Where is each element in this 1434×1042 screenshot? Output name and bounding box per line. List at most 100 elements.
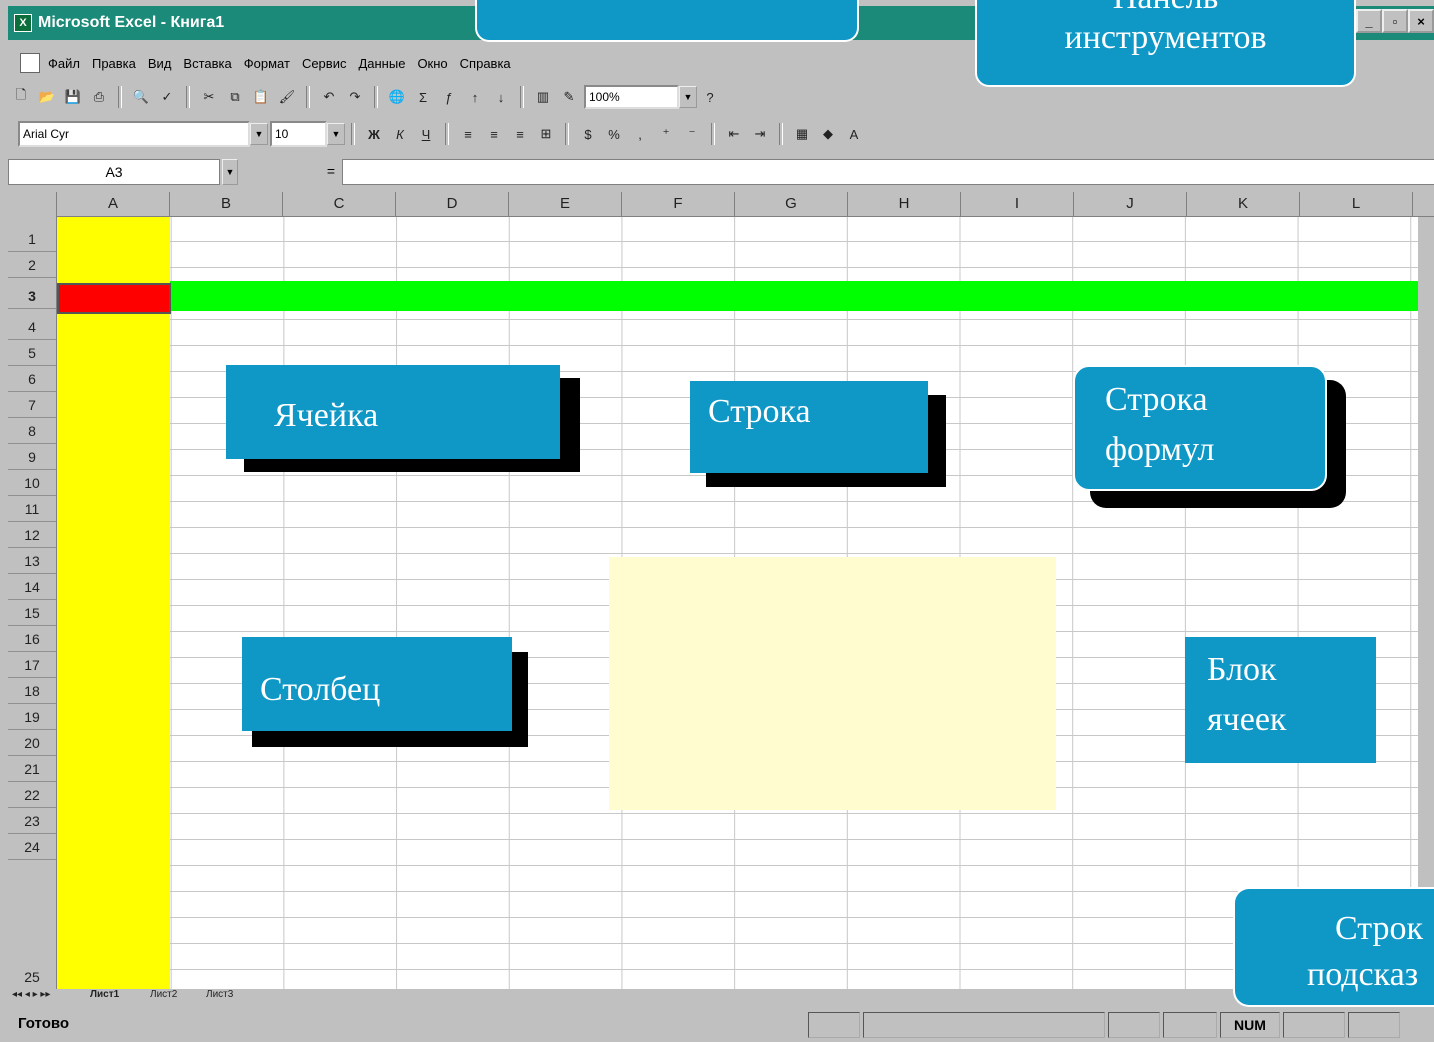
undo-icon[interactable]: ↶: [319, 88, 339, 106]
increase-decimal-icon[interactable]: ⁺: [656, 125, 676, 143]
align-center-icon[interactable]: ≡: [484, 125, 504, 143]
row-header[interactable]: 5: [8, 340, 56, 366]
row-header[interactable]: 13: [8, 548, 56, 574]
format-painter-icon[interactable]: 🖌: [277, 88, 297, 106]
tab-sheet1[interactable]: Лист1: [90, 989, 119, 1000]
help-icon[interactable]: ?: [700, 88, 720, 106]
align-left-icon[interactable]: ≡: [458, 125, 478, 143]
column-header-j[interactable]: J: [1074, 192, 1187, 216]
print-preview-icon[interactable]: 🔍: [131, 88, 151, 106]
vertical-scrollbar[interactable]: [1418, 216, 1434, 989]
row-header[interactable]: 18: [8, 678, 56, 704]
decrease-indent-icon[interactable]: ⇤: [724, 125, 744, 143]
chart-wizard-icon[interactable]: ▥: [533, 88, 553, 106]
row-header[interactable]: 9: [8, 444, 56, 470]
minimize-button[interactable]: _: [1356, 9, 1382, 33]
menu-format[interactable]: Формат: [244, 56, 290, 71]
row-header[interactable]: 21: [8, 756, 56, 782]
drawing-icon[interactable]: ✎: [559, 88, 579, 106]
percent-icon[interactable]: %: [604, 125, 624, 143]
formula-input[interactable]: [342, 159, 1434, 185]
menu-help[interactable]: Справка: [460, 56, 511, 71]
row-header[interactable]: 12: [8, 522, 56, 548]
new-icon[interactable]: 🗋: [11, 87, 31, 106]
paste-icon[interactable]: 📋: [251, 88, 271, 106]
borders-icon[interactable]: ▦: [792, 125, 812, 143]
row-header[interactable]: 16: [8, 626, 56, 652]
zoom-select[interactable]: 100%: [584, 85, 679, 109]
column-header-i[interactable]: I: [961, 192, 1074, 216]
menu-data[interactable]: Данные: [358, 56, 405, 71]
column-header-a[interactable]: A: [57, 192, 170, 216]
column-header-k[interactable]: K: [1187, 192, 1300, 216]
row-header[interactable]: 2: [8, 252, 56, 278]
column-header-f[interactable]: F: [622, 192, 735, 216]
tab-scroll-arrows-icon[interactable]: ◂◂ ◂ ▸ ▸▸: [12, 989, 50, 1000]
open-icon[interactable]: 📂: [37, 88, 57, 106]
tab-sheet2[interactable]: Лист2: [150, 989, 177, 1000]
close-button[interactable]: ×: [1408, 9, 1434, 33]
row-header[interactable]: 4: [8, 314, 56, 340]
row-header[interactable]: 22: [8, 782, 56, 808]
increase-indent-icon[interactable]: ⇥: [750, 125, 770, 143]
row-header[interactable]: 6: [8, 366, 56, 392]
font-size-select[interactable]: 10: [270, 121, 327, 147]
maximize-button[interactable]: ▫: [1382, 9, 1408, 33]
row-header[interactable]: 19: [8, 704, 56, 730]
column-header-e[interactable]: E: [509, 192, 622, 216]
row-header[interactable]: 3: [8, 283, 56, 309]
underline-button[interactable]: Ч: [416, 125, 436, 143]
menu-edit[interactable]: Правка: [92, 56, 136, 71]
row-header[interactable]: 20: [8, 730, 56, 756]
currency-icon[interactable]: $: [578, 125, 598, 143]
column-header-g[interactable]: G: [735, 192, 848, 216]
chevron-down-icon[interactable]: ▼: [250, 123, 268, 145]
column-header-h[interactable]: H: [848, 192, 961, 216]
function-icon[interactable]: ƒ: [439, 88, 459, 106]
row-header[interactable]: 8: [8, 418, 56, 444]
comma-style-icon[interactable]: ,: [630, 125, 650, 143]
menu-insert[interactable]: Вставка: [183, 56, 231, 71]
tab-sheet3[interactable]: Лист3: [206, 989, 233, 1000]
active-cell-a3[interactable]: [57, 283, 171, 314]
menu-view[interactable]: Вид: [148, 56, 172, 71]
name-box[interactable]: A3: [8, 159, 220, 185]
document-icon[interactable]: [20, 53, 40, 73]
row-header[interactable]: 24: [8, 834, 56, 860]
menu-tools[interactable]: Сервис: [302, 56, 347, 71]
row-header[interactable]: 1: [8, 226, 56, 252]
merge-center-icon[interactable]: ⊞: [536, 125, 556, 143]
sort-ascending-icon[interactable]: ↑: [465, 88, 485, 106]
sort-descending-icon[interactable]: ↓: [491, 88, 511, 106]
print-icon[interactable]: ⎙: [89, 88, 109, 106]
fill-color-icon[interactable]: ◆: [818, 125, 838, 143]
redo-icon[interactable]: ↷: [345, 88, 365, 106]
edit-formula-button[interactable]: =: [323, 159, 339, 183]
row-header[interactable]: 23: [8, 808, 56, 834]
menu-window[interactable]: Окно: [417, 56, 447, 71]
save-icon[interactable]: 💾: [63, 88, 83, 106]
spelling-icon[interactable]: ✓: [157, 88, 177, 106]
row-header[interactable]: 14: [8, 574, 56, 600]
decrease-decimal-icon[interactable]: ⁻: [682, 125, 702, 143]
column-header-b[interactable]: B: [170, 192, 283, 216]
chevron-down-icon[interactable]: ▼: [327, 123, 345, 145]
bold-button[interactable]: Ж: [364, 125, 384, 143]
chevron-down-icon[interactable]: ▼: [222, 159, 238, 185]
italic-button[interactable]: К: [390, 125, 410, 143]
align-right-icon[interactable]: ≡: [510, 125, 530, 143]
copy-icon[interactable]: ⧉: [225, 88, 245, 106]
font-color-icon[interactable]: A: [844, 125, 864, 143]
chevron-down-icon[interactable]: ▼: [679, 86, 697, 108]
row-header[interactable]: 7: [8, 392, 56, 418]
select-all-corner[interactable]: [8, 192, 57, 216]
autosum-icon[interactable]: Σ: [413, 88, 433, 106]
column-header-l[interactable]: L: [1300, 192, 1413, 216]
row-header[interactable]: 11: [8, 496, 56, 522]
row-header[interactable]: 25: [8, 964, 56, 990]
menu-file[interactable]: Файл: [48, 56, 80, 71]
row-header[interactable]: 15: [8, 600, 56, 626]
hyperlink-icon[interactable]: 🌐: [387, 88, 407, 106]
font-select[interactable]: Arial Cyr: [18, 121, 250, 147]
cut-icon[interactable]: ✂: [199, 88, 219, 106]
